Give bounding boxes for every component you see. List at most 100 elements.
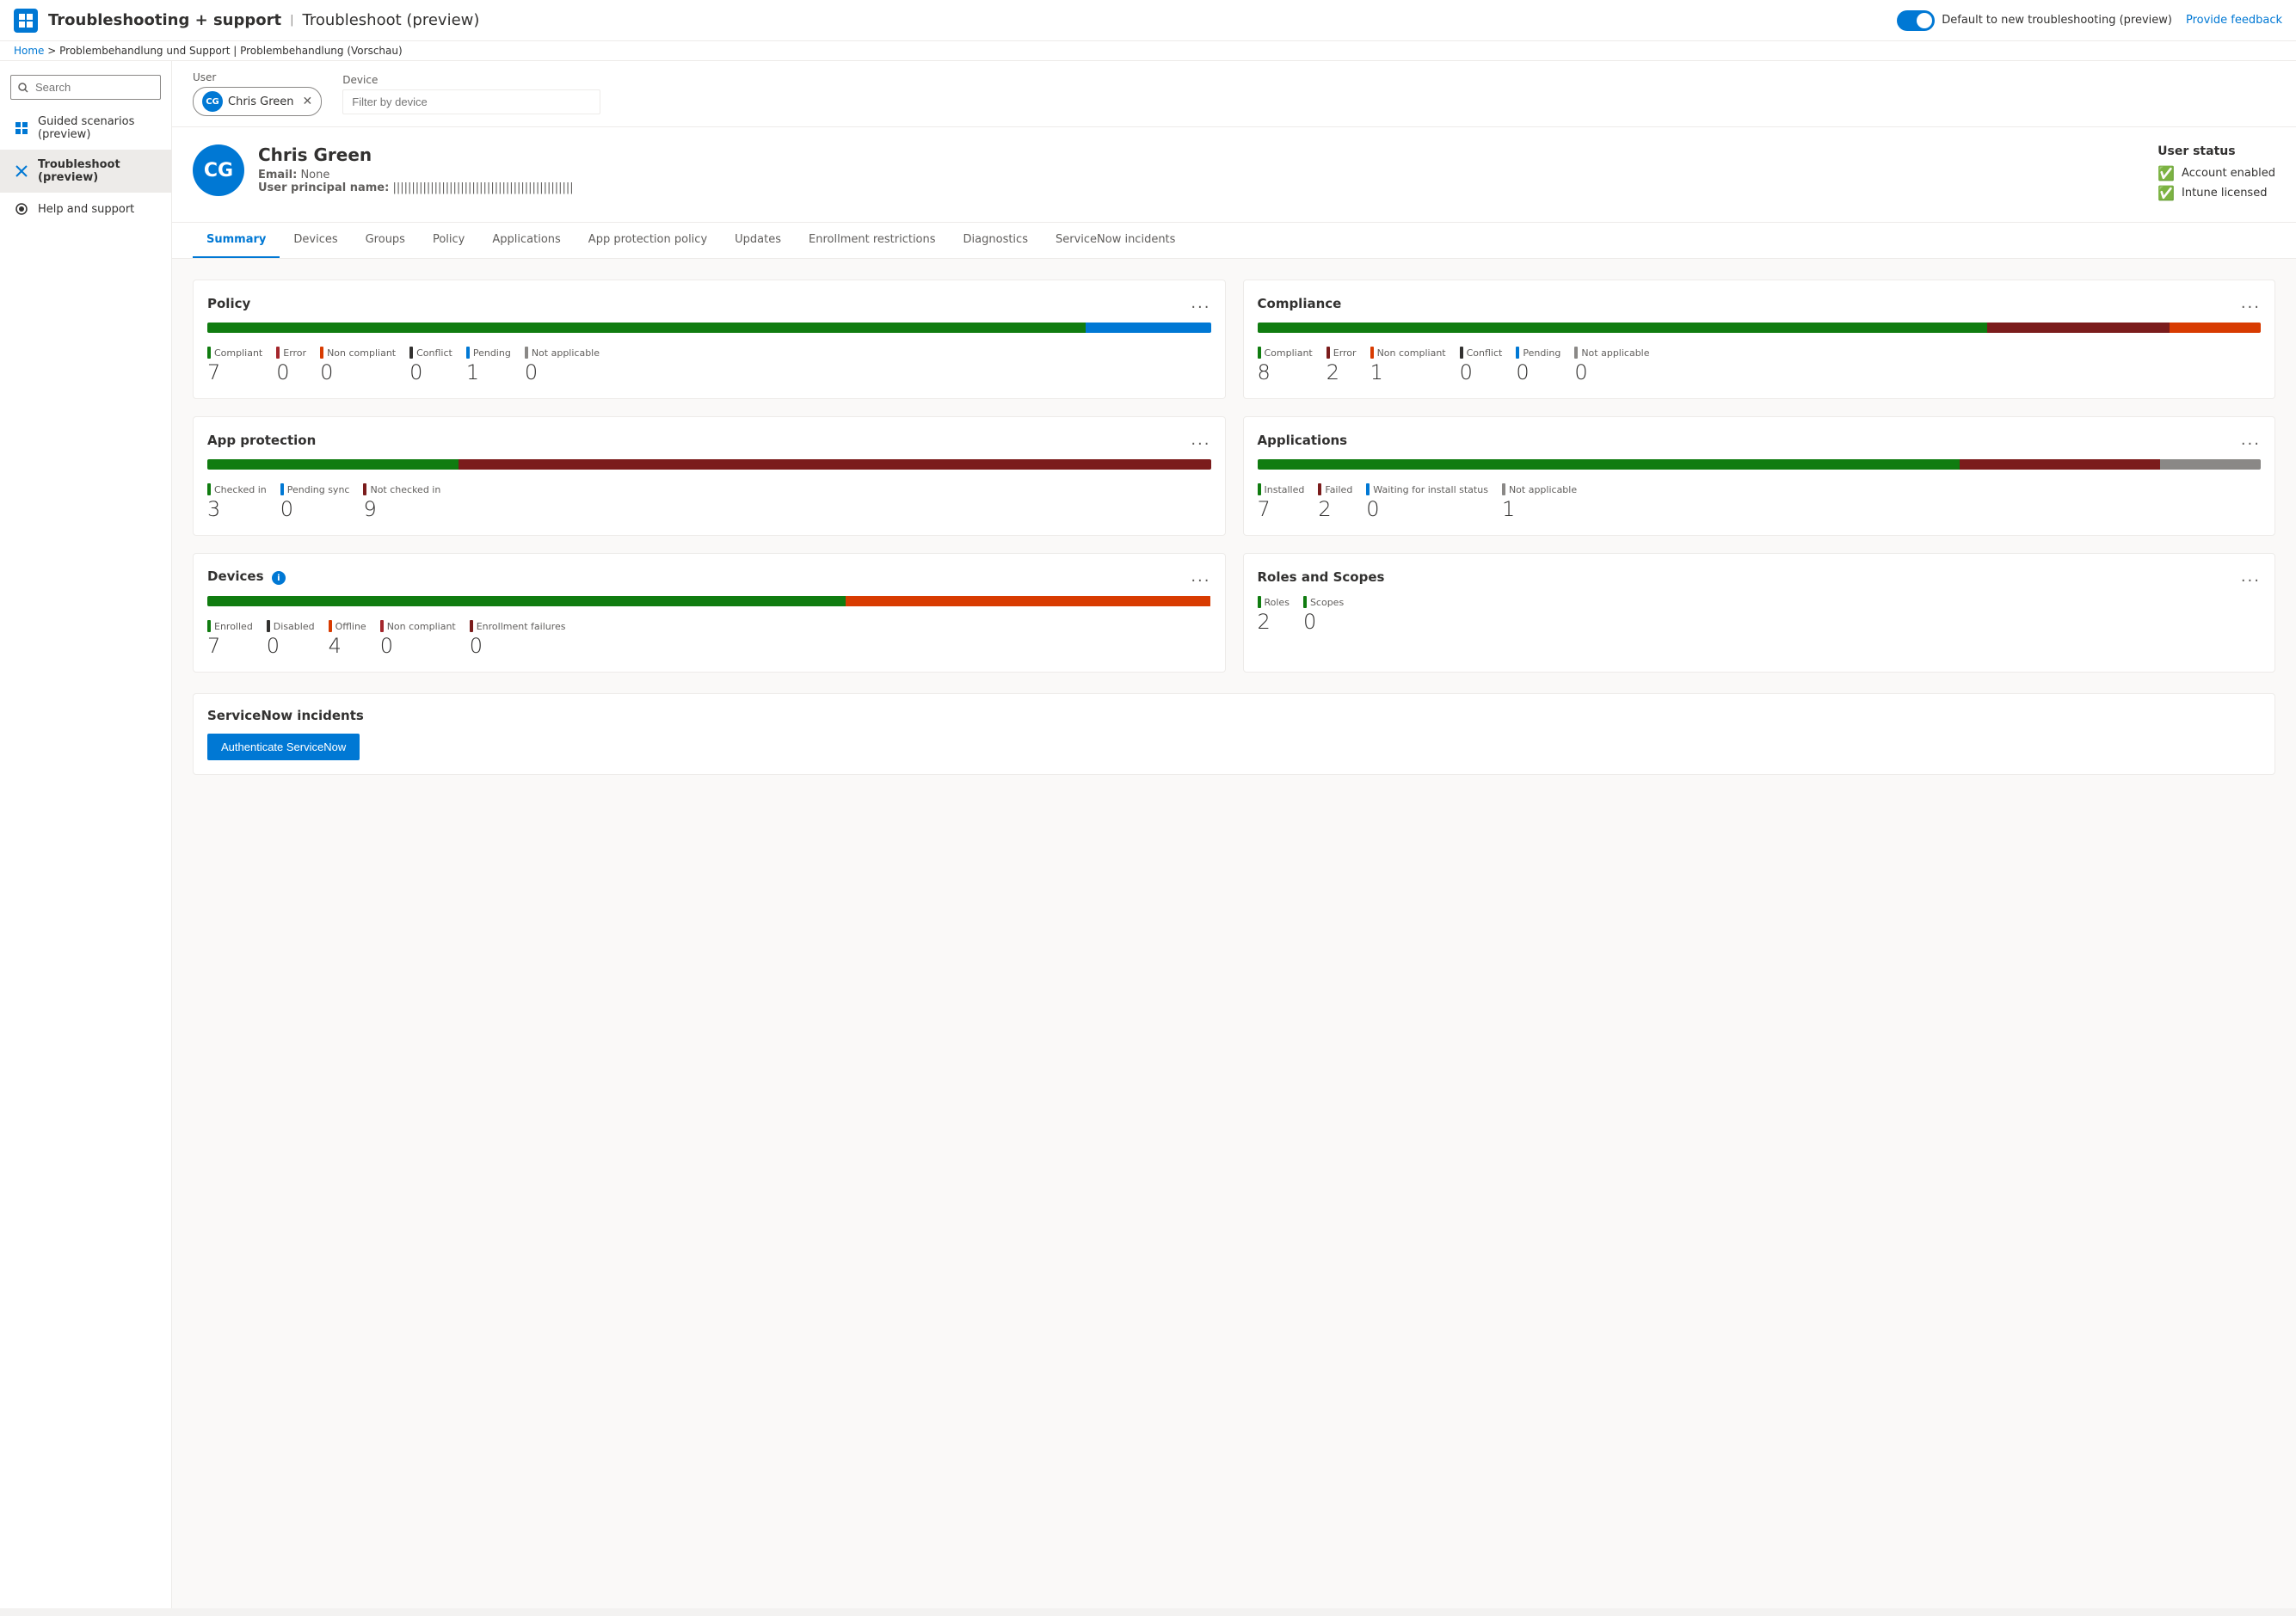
device-filter-group: Device [342, 74, 600, 114]
tab-app-protection[interactable]: App protection policy [575, 223, 721, 258]
breadcrumb: Home > Problembehandlung und Support | P… [0, 41, 2296, 61]
user-chip-close[interactable]: ✕ [303, 95, 313, 108]
devices-card: Devices i ... Enrolled 7 Disabled [193, 553, 1226, 673]
sidebar-item-label: Help and support [38, 203, 134, 216]
sidebar-item-guided[interactable]: Guided scenarios (preview) [0, 107, 171, 150]
compliance-bar-compliant [1258, 323, 1987, 333]
status-label: Account enabled [2182, 167, 2275, 180]
stat-enrolled: Enrolled 7 [207, 620, 253, 658]
devices-stats: Enrolled 7 Disabled 0 Offline 4 Non comp… [207, 620, 1211, 658]
tab-devices[interactable]: Devices [280, 223, 351, 258]
tab-servicenow[interactable]: ServiceNow incidents [1042, 223, 1189, 258]
user-upn: User principal name: |||||||||||||||||||… [258, 181, 574, 194]
stat-disabled: Disabled 0 [267, 620, 315, 658]
stat-value: 4 [329, 634, 366, 658]
stat-value: 7 [207, 634, 253, 658]
compliance-card-header: Compliance ... [1258, 294, 2262, 312]
color-indicator [409, 347, 413, 359]
stat-enrollment-failures: Enrollment failures 0 [470, 620, 566, 658]
roles-scopes-card: Roles and Scopes ... Roles 2 Scopes 0 [1243, 553, 2276, 673]
title-pipe: | [290, 14, 293, 27]
avatar: CG [202, 91, 223, 112]
stat-value: 8 [1258, 360, 1313, 384]
color-indicator [1327, 347, 1330, 359]
info-icon[interactable]: i [272, 571, 286, 585]
policy-card-title: Policy [207, 296, 250, 311]
app-layout: Guided scenarios (preview) Troubleshoot … [0, 61, 2296, 1608]
color-indicator [1258, 347, 1261, 359]
troubleshoot-icon [14, 163, 29, 179]
color-indicator [320, 347, 323, 359]
breadcrumb-sep: > [47, 45, 59, 57]
stat-checked-in: Checked in 3 [207, 483, 267, 521]
stat-non-compliant: Non compliant 0 [320, 347, 396, 384]
app-protection-menu[interactable]: ... [1191, 431, 1210, 449]
devices-bar-enrolled [207, 596, 846, 606]
device-filter-input[interactable] [342, 89, 600, 114]
sidebar: Guided scenarios (preview) Troubleshoot … [0, 61, 172, 1608]
compliance-card-menu[interactable]: ... [2241, 294, 2261, 312]
applications-bar [1258, 459, 2262, 470]
feedback-link[interactable]: Provide feedback [2186, 14, 2282, 27]
color-indicator [525, 347, 528, 359]
compliance-stats: Compliant 8 Error 2 Non compliant 1 Conf… [1258, 347, 2262, 384]
stat-value: 7 [1258, 497, 1305, 521]
main-content: User CG Chris Green ✕ Device CG Chris Gr… [172, 61, 2296, 1608]
devices-menu[interactable]: ... [1191, 568, 1210, 586]
tab-policy[interactable]: Policy [419, 223, 478, 258]
color-indicator [329, 620, 332, 632]
breadcrumb-current: Problembehandlung und Support | Problemb… [59, 45, 403, 57]
stat-value: 0 [1460, 360, 1503, 384]
stat-value: 0 [280, 497, 350, 521]
preview-toggle[interactable] [1897, 10, 1935, 31]
policy-stats: Compliant 7 Error 0 Non compliant 0 Conf… [207, 347, 1211, 384]
authenticate-servicenow-button[interactable]: Authenticate ServiceNow [207, 734, 360, 760]
servicenow-section: ServiceNow incidents Authenticate Servic… [193, 693, 2275, 775]
color-indicator [207, 347, 211, 359]
roles-scopes-menu[interactable]: ... [2241, 568, 2261, 586]
compliance-card-title: Compliance [1258, 296, 1342, 311]
color-indicator [1370, 347, 1374, 359]
tab-applications[interactable]: Applications [478, 223, 574, 258]
user-chip-name: Chris Green [228, 95, 294, 108]
color-indicator [1303, 596, 1307, 608]
stat-scopes: Scopes 0 [1303, 596, 1344, 634]
tab-summary[interactable]: Summary [193, 223, 280, 258]
app-protection-bar-checked [207, 459, 459, 470]
user-name: Chris Green [258, 144, 574, 165]
stat-value: 0 [380, 634, 456, 658]
page-title: Troubleshooting + support [48, 11, 281, 29]
stat-installed: Installed 7 [1258, 483, 1305, 521]
stat-value: 0 [1574, 360, 1649, 384]
app-logo [14, 9, 38, 33]
stat-value: 0 [1516, 360, 1560, 384]
grid-icon [14, 120, 29, 136]
sidebar-item-help[interactable]: Help and support [0, 193, 171, 225]
roles-scopes-title: Roles and Scopes [1258, 569, 1385, 585]
tab-groups[interactable]: Groups [352, 223, 419, 258]
search-input[interactable] [10, 75, 161, 100]
device-filter-label: Device [342, 74, 600, 86]
policy-bar-compliant [207, 323, 1086, 333]
tab-diagnostics[interactable]: Diagnostics [950, 223, 1042, 258]
toggle-area: Default to new troubleshooting (preview) [1897, 10, 2172, 31]
app-protection-bar [207, 459, 1211, 470]
stat-value: 0 [409, 360, 452, 384]
breadcrumb-home[interactable]: Home [14, 45, 44, 57]
applications-menu[interactable]: ... [2241, 431, 2261, 449]
sidebar-item-troubleshoot[interactable]: Troubleshoot (preview) [0, 150, 171, 193]
policy-card-menu[interactable]: ... [1191, 294, 1210, 312]
color-indicator [1366, 483, 1370, 495]
app-protection-header: App protection ... [207, 431, 1211, 449]
stat-failed: Failed 2 [1318, 483, 1352, 521]
stat-not-applicable: Not applicable 0 [525, 347, 600, 384]
tab-enrollment[interactable]: Enrollment restrictions [795, 223, 950, 258]
color-indicator [267, 620, 270, 632]
tab-updates[interactable]: Updates [721, 223, 795, 258]
page-subtitle: Troubleshoot (preview) [303, 11, 480, 29]
color-indicator [276, 347, 280, 359]
applications-bar-failed [1960, 459, 2160, 470]
color-indicator [1258, 596, 1261, 608]
stat-pending: Pending 1 [466, 347, 511, 384]
stat-value: 9 [363, 497, 440, 521]
